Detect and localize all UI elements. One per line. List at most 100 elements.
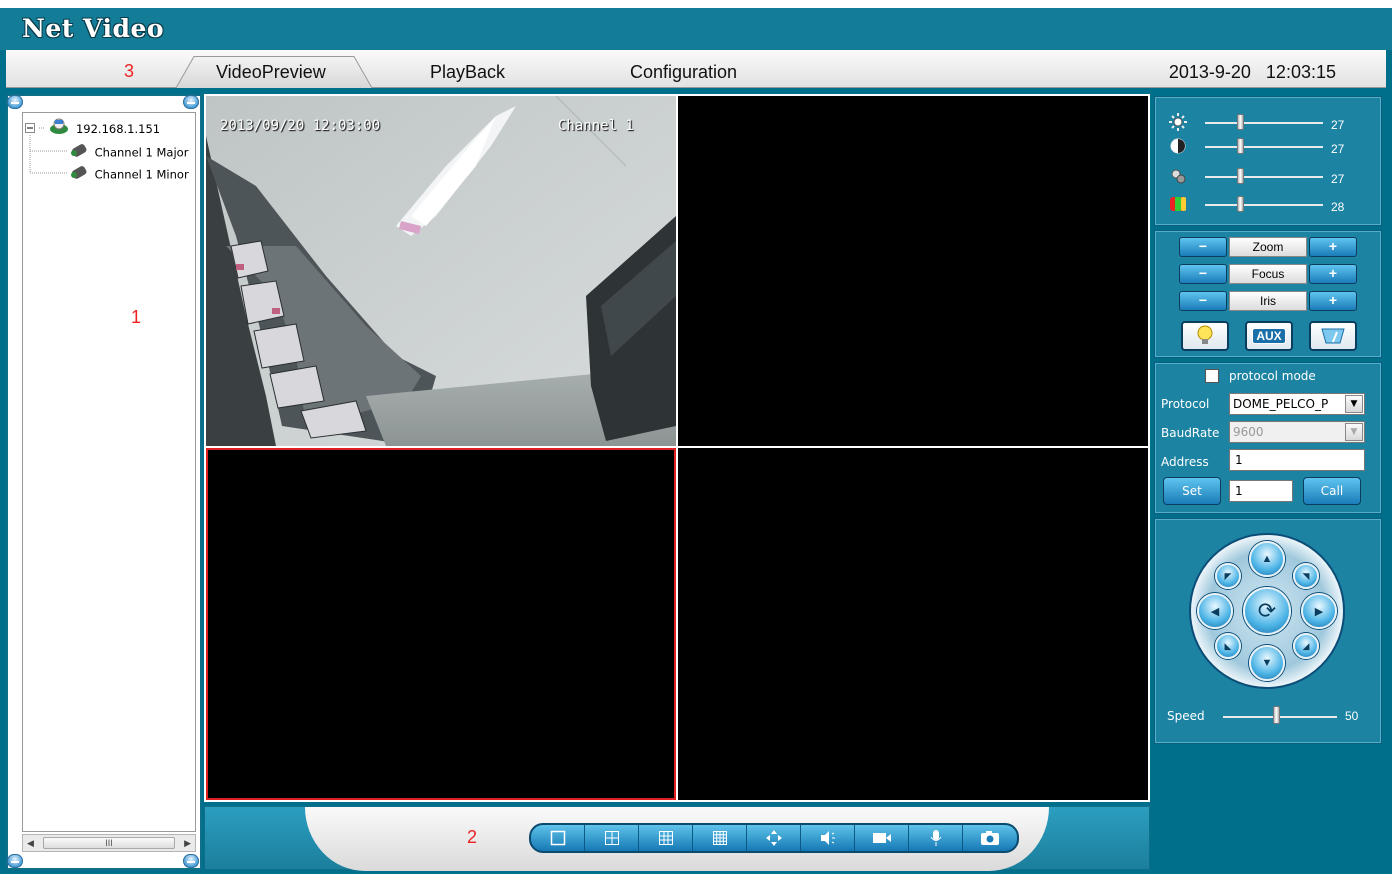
title-bar: Net Video xyxy=(0,0,1392,50)
camera-feed-image xyxy=(206,96,676,446)
contrast-row: 27 xyxy=(1167,137,1377,157)
zoom-in-button[interactable]: + xyxy=(1309,237,1357,257)
chevron-down-icon[interactable]: ▼ xyxy=(1345,395,1363,413)
snapshot-icon[interactable] xyxy=(963,825,1017,851)
toolbar-button-group xyxy=(529,823,1019,853)
address-field[interactable]: 1 xyxy=(1229,449,1365,471)
tree-root-label[interactable]: 192.168.1.151 xyxy=(76,122,160,136)
aux-button[interactable]: AUX xyxy=(1245,321,1293,351)
image-adjust-panel: 27 27 27 28 xyxy=(1154,96,1382,226)
collapse-bottom-left-button[interactable] xyxy=(7,854,23,868)
tree-lines xyxy=(29,135,67,174)
tab-configuration[interactable]: Configuration xyxy=(630,62,737,83)
baudrate-select[interactable]: 9600 ▼ xyxy=(1229,421,1365,443)
annotation-marker-3: 3 xyxy=(124,61,135,81)
ptz-up-right-button[interactable]: ◥ xyxy=(1293,563,1319,589)
tree-root-node[interactable]: 192.168.1.151 xyxy=(25,117,160,137)
split-1-icon[interactable] xyxy=(531,825,585,851)
ptz-down-left-button[interactable]: ◣ xyxy=(1215,633,1241,659)
focus-far-button[interactable]: + xyxy=(1309,264,1357,284)
horizontal-scrollbar[interactable]: ◀ III ▶ xyxy=(22,834,196,852)
preset-field[interactable]: 1 xyxy=(1229,480,1293,502)
hue-slider-thumb[interactable] xyxy=(1237,196,1244,212)
tree-connector xyxy=(38,127,45,128)
camera-icon xyxy=(69,141,91,165)
ptz-down-right-button[interactable]: ◢ xyxy=(1293,633,1319,659)
brightness-icon xyxy=(1169,113,1187,131)
light-button[interactable] xyxy=(1181,321,1229,351)
brightness-row: 27 xyxy=(1167,113,1377,133)
speed-slider-thumb[interactable] xyxy=(1273,706,1280,724)
video-cell-3-selected[interactable] xyxy=(206,448,676,800)
saturation-slider-thumb[interactable] xyxy=(1237,168,1244,184)
scroll-right-arrow-icon[interactable]: ▶ xyxy=(184,838,191,849)
ptz-left-button[interactable]: ◀ xyxy=(1197,593,1233,629)
tree-item-channel-minor[interactable]: Channel 1 Minor xyxy=(69,163,189,183)
baudrate-label: BaudRate xyxy=(1161,426,1220,440)
scroll-left-arrow-icon[interactable]: ◀ xyxy=(27,838,34,849)
wiper-button[interactable] xyxy=(1309,321,1357,351)
video-toolbar: 2 xyxy=(204,806,1150,871)
protocol-select[interactable]: DOME_PELCO_P ▼ xyxy=(1229,393,1365,415)
tab-video-preview-label[interactable]: VideoPreview xyxy=(216,62,326,83)
tree-item-channel-major[interactable]: Channel 1 Major xyxy=(69,141,188,161)
ptz-up-button[interactable]: ▲ xyxy=(1249,541,1285,577)
split-9-icon[interactable] xyxy=(639,825,693,851)
ptz-auto-rotate-button[interactable]: ⟳ xyxy=(1243,587,1291,635)
annotation-marker-1: 1 xyxy=(131,307,142,327)
scroll-thumb[interactable]: III xyxy=(43,837,175,849)
tab-bar: 3 VideoPreview PlayBack Configuration 20… xyxy=(6,50,1386,88)
hue-icon xyxy=(1170,197,1186,211)
fullscreen-icon[interactable] xyxy=(747,825,801,851)
collapse-top-right-button[interactable] xyxy=(183,95,199,109)
osd-channel: Channel 1 xyxy=(558,118,634,134)
aux-label: AUX xyxy=(1252,328,1286,344)
zoom-label: Zoom xyxy=(1229,237,1307,257)
tab-playback[interactable]: PlayBack xyxy=(430,62,505,83)
protocol-mode-checkbox[interactable] xyxy=(1205,369,1219,383)
video-cell-2[interactable] xyxy=(678,96,1148,446)
hue-slider[interactable] xyxy=(1205,204,1323,206)
hue-value: 28 xyxy=(1331,200,1345,214)
brightness-slider[interactable] xyxy=(1205,122,1323,124)
split-16-icon[interactable] xyxy=(693,825,747,851)
record-icon[interactable] xyxy=(855,825,909,851)
iris-row: − Iris + xyxy=(1179,291,1357,311)
zoom-row: − Zoom + xyxy=(1179,237,1357,257)
saturation-slider[interactable] xyxy=(1205,176,1323,178)
tree-item-label[interactable]: Channel 1 Minor xyxy=(95,168,189,182)
zoom-out-button[interactable]: − xyxy=(1179,237,1227,257)
collapse-top-left-button[interactable] xyxy=(7,95,23,109)
ptz-right-button[interactable]: ▶ xyxy=(1301,593,1337,629)
split-4-icon[interactable] xyxy=(585,825,639,851)
video-cell-4[interactable] xyxy=(678,448,1148,800)
device-panel: 192.168.1.151 Channel 1 Major Channel 1 … xyxy=(6,94,202,870)
preset-set-button[interactable]: Set xyxy=(1163,477,1221,505)
protocol-panel: protocol mode Protocol DOME_PELCO_P ▼ Ba… xyxy=(1154,362,1382,514)
preset-call-button[interactable]: Call xyxy=(1303,477,1361,505)
tree-item-label[interactable]: Channel 1 Major xyxy=(95,146,189,160)
device-tree: 192.168.1.151 Channel 1 Major Channel 1 … xyxy=(22,112,196,832)
ptz-up-left-button[interactable]: ◤ xyxy=(1215,563,1241,589)
iris-close-button[interactable]: − xyxy=(1179,291,1227,311)
video-cell-1[interactable]: 2013/09/20 12:03:00 Channel 1 xyxy=(206,96,676,446)
collapse-bottom-right-button[interactable] xyxy=(183,854,199,868)
speed-slider[interactable] xyxy=(1223,716,1337,718)
video-grid: 2013/09/20 12:03:00 Channel 1 xyxy=(204,94,1150,802)
focus-near-button[interactable]: − xyxy=(1179,264,1227,284)
talk-icon[interactable] xyxy=(909,825,963,851)
contrast-slider[interactable] xyxy=(1205,146,1323,148)
saturation-value: 27 xyxy=(1331,172,1345,186)
contrast-slider-thumb[interactable] xyxy=(1237,138,1244,154)
light-icon xyxy=(1197,325,1213,344)
system-datetime: 2013-9-20 12:03:15 xyxy=(1168,62,1336,82)
audio-icon[interactable] xyxy=(801,825,855,851)
brightness-slider-thumb[interactable] xyxy=(1237,114,1244,130)
lens-control-panel: − Zoom + − Focus + − Iris + AUX xyxy=(1154,230,1382,358)
app-title: Net Video xyxy=(22,14,165,43)
speed-label: Speed xyxy=(1167,709,1205,723)
ptz-down-button[interactable]: ▼ xyxy=(1249,645,1285,681)
chevron-down-icon[interactable]: ▼ xyxy=(1345,423,1363,441)
iris-open-button[interactable]: + xyxy=(1309,291,1357,311)
address-label: Address xyxy=(1161,455,1209,469)
